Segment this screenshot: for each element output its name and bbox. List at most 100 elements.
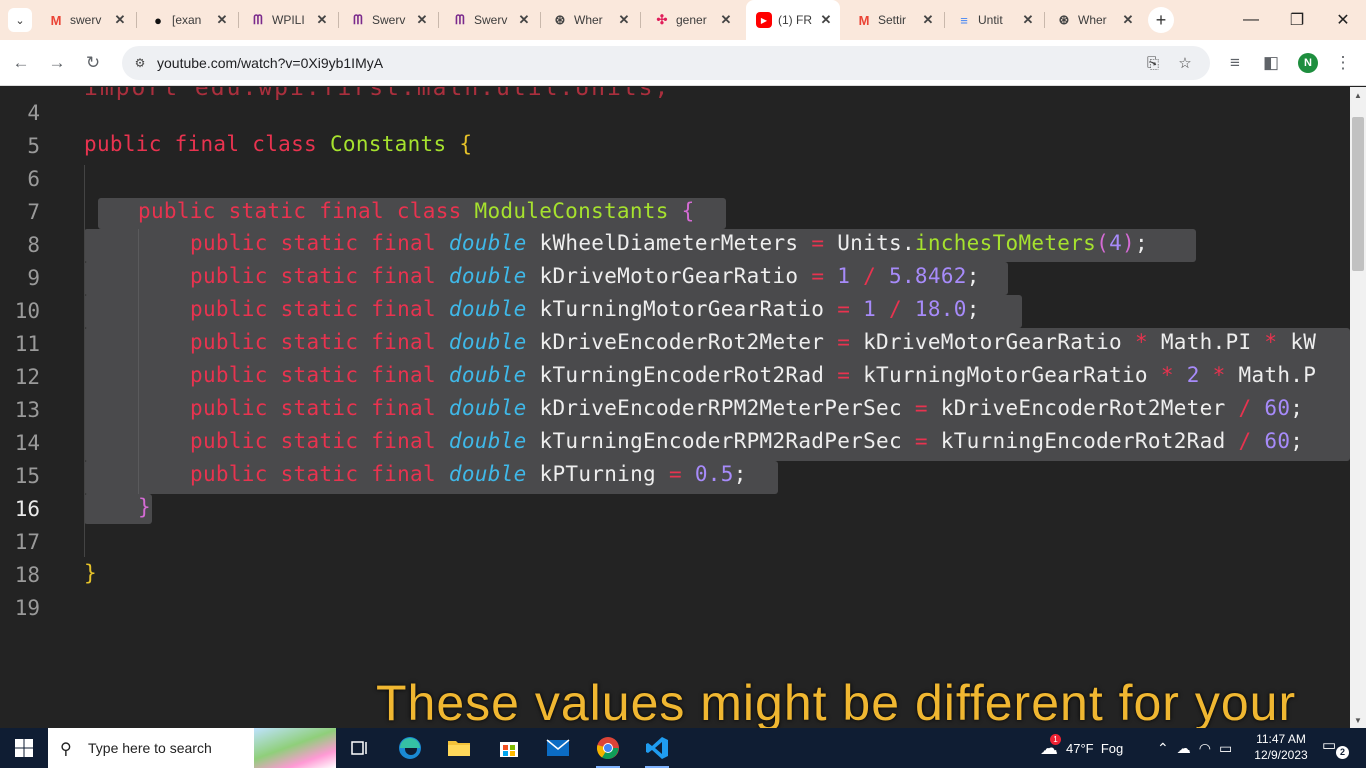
chrome-icon xyxy=(596,737,619,759)
arrow-right-icon: → xyxy=(48,53,66,72)
code-operator: * xyxy=(1212,363,1226,387)
browser-tab[interactable]: ● [exan ✕ xyxy=(140,6,236,34)
code-line-15: public static final double kPTurning = 0… xyxy=(190,462,747,486)
code-identifier: kDriveEncoderRot2Meter xyxy=(940,396,1226,420)
browser-menu-button[interactable]: ⋮ xyxy=(1330,50,1356,76)
code-brace: } xyxy=(84,561,97,585)
code-keyword: public static final xyxy=(190,396,436,420)
browser-tab[interactable]: ᗰ Swerv ✕ xyxy=(340,6,436,34)
file-explorer-button[interactable] xyxy=(439,732,479,764)
indent-guide xyxy=(138,229,139,494)
line-number: 14 xyxy=(14,431,40,455)
code-identifier: kW xyxy=(1290,330,1317,354)
browser-tab[interactable]: ⊛ Wher ✕ xyxy=(542,6,638,34)
back-button[interactable]: ← xyxy=(8,50,34,76)
install-app-icon[interactable]: ⎘ xyxy=(1142,52,1164,74)
profile-avatar[interactable]: N xyxy=(1298,53,1318,73)
browser-tab[interactable]: ᗰ WPILI ✕ xyxy=(240,6,336,34)
close-tab-icon[interactable]: ✕ xyxy=(1020,12,1036,28)
code-number: 5.8462 xyxy=(889,264,967,288)
close-window-button[interactable]: ✕ xyxy=(1320,0,1366,40)
restore-button[interactable]: ❐ xyxy=(1274,0,1320,40)
tab-separator xyxy=(338,12,339,28)
close-tab-icon[interactable]: ✕ xyxy=(112,12,128,28)
code-line-16: } xyxy=(138,495,151,519)
code-number: 2 xyxy=(1186,363,1200,387)
indent-guide xyxy=(84,165,85,557)
close-tab-icon[interactable]: ✕ xyxy=(1120,12,1136,28)
code-type: double xyxy=(448,363,527,387)
task-view-button[interactable] xyxy=(340,732,380,764)
code-identifier: kDriveMotorGearRatio xyxy=(863,330,1122,354)
browser-tab[interactable]: M Settir ✕ xyxy=(846,6,942,34)
code-class-name: ModuleConstants xyxy=(474,199,669,223)
taskbar-search[interactable]: ⚲ Type here to search xyxy=(48,728,336,768)
chatgpt-icon: ⊛ xyxy=(554,12,566,27)
gmail-icon: M xyxy=(858,12,870,28)
edge-button[interactable] xyxy=(390,732,430,764)
line-number: 5 xyxy=(27,134,40,158)
github-icon: ● xyxy=(154,12,162,28)
tab-title: WPILI xyxy=(272,13,305,27)
site-settings-icon[interactable]: ⚙ xyxy=(130,53,150,73)
vscode-button[interactable] xyxy=(637,732,677,768)
store-button[interactable] xyxy=(489,732,529,764)
reload-button[interactable]: ↻ xyxy=(80,50,106,76)
show-hidden-icons-icon[interactable]: ⌃ xyxy=(1157,740,1169,757)
code-line-12: public static final double kTurningEncod… xyxy=(190,363,1316,387)
browser-tab[interactable]: ≡ Untit ✕ xyxy=(946,6,1042,34)
close-tab-icon[interactable]: ✕ xyxy=(214,12,230,28)
code-operator: = xyxy=(837,363,851,387)
video-player[interactable]: import edu.wpi.first.math.util.Units; 4 5… xyxy=(0,87,1350,728)
browser-tab[interactable]: ⊛ Wher ✕ xyxy=(1046,6,1142,34)
media-controls-button[interactable]: ≡ xyxy=(1222,50,1248,76)
mail-button[interactable] xyxy=(538,732,578,764)
code-operator: = xyxy=(837,297,851,321)
address-bar[interactable]: ⚙ youtube.com/watch?v=0Xi9yb1IMyA ⎘ ☆ xyxy=(122,46,1210,80)
weather-widget[interactable]: ☁ 1 47°F Fog xyxy=(1040,728,1123,768)
code-keyword: public static final class xyxy=(138,199,462,223)
code-class-name: Constants xyxy=(329,132,447,156)
notification-center-button[interactable]: ▭ 2 xyxy=(1322,736,1349,760)
browser-tab[interactable]: Mswerv ✕ xyxy=(38,6,134,34)
code-identifier: kDriveMotorGearRatio xyxy=(539,264,799,288)
minimize-button[interactable]: — xyxy=(1228,0,1274,40)
side-panel-button[interactable]: ◧ xyxy=(1258,50,1284,76)
browser-tab[interactable]: ✣ gener ✕ xyxy=(644,6,740,34)
wifi-icon[interactable]: ◠ xyxy=(1199,740,1211,757)
close-tab-icon[interactable]: ✕ xyxy=(920,12,936,28)
battery-icon[interactable]: ▭ xyxy=(1219,740,1232,757)
close-tab-icon[interactable]: ✕ xyxy=(616,12,632,28)
bookmark-star-icon[interactable]: ☆ xyxy=(1174,52,1196,74)
chrome-button[interactable] xyxy=(588,732,628,768)
search-highlight-art xyxy=(254,728,336,768)
code-number: 4 xyxy=(1109,231,1123,255)
url-text[interactable]: youtube.com/watch?v=0Xi9yb1IMyA xyxy=(157,55,383,71)
onedrive-icon[interactable]: ☁ xyxy=(1177,740,1191,757)
scroll-thumb[interactable] xyxy=(1352,117,1364,271)
code-operator: = xyxy=(811,231,825,255)
tab-search-button[interactable]: ⌄ xyxy=(8,8,32,32)
scroll-up-arrow-icon[interactable]: ▲ xyxy=(1350,87,1366,103)
close-tab-icon[interactable]: ✕ xyxy=(516,12,532,28)
wpilib-icon: ᗰ xyxy=(253,12,263,27)
clock-time: 11:47 AM xyxy=(1256,732,1306,746)
tab-separator xyxy=(438,12,439,28)
tab-title: (1) FR xyxy=(778,13,812,27)
browser-tab[interactable]: ▶ (1) FR ✕ xyxy=(746,0,840,40)
scroll-down-arrow-icon[interactable]: ▼ xyxy=(1350,712,1366,728)
close-tab-icon[interactable]: ✕ xyxy=(414,12,430,28)
code-identifier: kTurningEncoderRot2Rad xyxy=(539,363,825,387)
start-button[interactable] xyxy=(0,728,48,768)
browser-tab[interactable]: ᗰ Swerv ✕ xyxy=(442,6,538,34)
taskbar-clock[interactable]: 11:47 AM 12/9/2023 xyxy=(1250,731,1312,763)
close-tab-icon[interactable]: ✕ xyxy=(718,12,734,28)
code-type: double xyxy=(448,429,527,453)
tab-title: swerv xyxy=(70,13,102,27)
close-tab-icon[interactable]: ✕ xyxy=(314,12,330,28)
close-tab-icon[interactable]: ✕ xyxy=(818,12,834,28)
page-scrollbar[interactable]: ▲ ▼ xyxy=(1350,87,1366,728)
forward-button[interactable]: → xyxy=(44,50,70,76)
clock-date: 12/9/2023 xyxy=(1254,748,1308,762)
new-tab-button[interactable]: + xyxy=(1148,7,1174,33)
